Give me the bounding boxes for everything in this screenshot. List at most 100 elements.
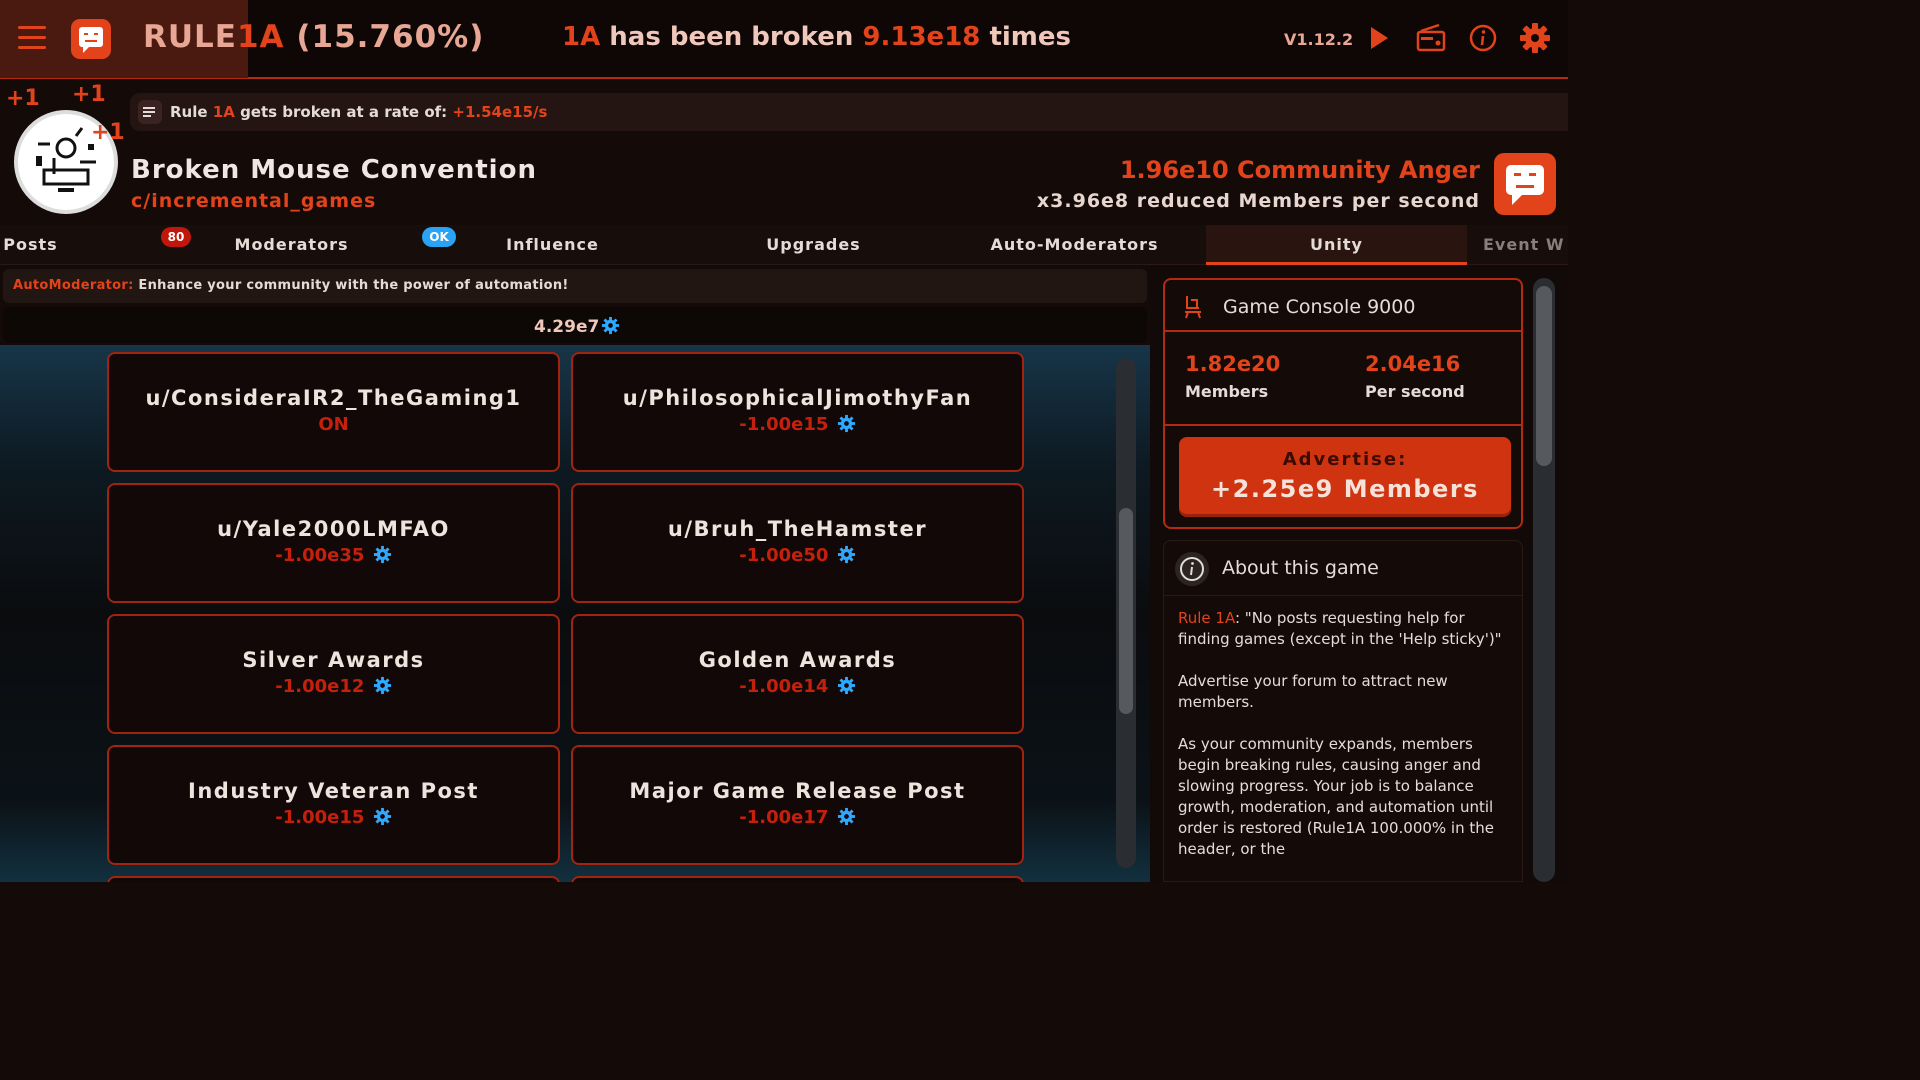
advertise-button[interactable]: Advertise: +2.25e9 Members [1179, 437, 1511, 517]
community-anger: 1.96e10 Community Anger [1119, 156, 1480, 184]
unity-gear-icon [373, 807, 391, 826]
card-cost-value: -1.00e35 [275, 545, 365, 566]
console-divider [1165, 424, 1521, 426]
tab-label: Event W [1483, 235, 1565, 254]
about-paragraph: As your community expands, members begin… [1178, 735, 1494, 858]
per-second-value: 2.04e16 [1365, 352, 1461, 376]
card-cost: -1.00e15 [573, 414, 1022, 435]
tab-label: Upgrades [766, 235, 861, 254]
main-tabs: Posts Moderators Influence Upgrades Auto… [0, 225, 1568, 265]
game-console-card: Game Console 9000 1.82e20 Members 2.04e1… [1163, 278, 1523, 529]
anger-effect: x3.96e8 reduced Members per second [1036, 190, 1480, 212]
side-panel-scroll-thumb[interactable] [1536, 286, 1552, 466]
currency-value: 4.29e7 [534, 317, 600, 337]
broken-count: 9.13e18 [862, 22, 981, 52]
chair-icon [1185, 296, 1201, 319]
about-paragraph: Advertise your forum to attract new memb… [1178, 672, 1448, 711]
per-second-label: Per second [1365, 382, 1465, 401]
unity-upgrade-grid: u/ConsideraIR2_TheGaming1 ON u/Philosoph… [0, 345, 1150, 882]
plus-one-float: +1 [91, 120, 125, 145]
rule-title: RULE1A (15.760%) [143, 19, 484, 55]
community-avatar-zone: +1 +1 +1 [0, 80, 130, 225]
members-label: Members [1185, 382, 1269, 401]
about-title: About this game [1222, 557, 1379, 579]
card-title: u/PhilosophicalJimothyFan [622, 386, 973, 410]
card-cost-value: -1.00e17 [739, 807, 829, 828]
angry-face-icon [1494, 153, 1556, 215]
tab-label: Influence [506, 235, 599, 254]
unity-gear-icon [837, 676, 855, 695]
advertise-value: +2.25e9 Members [1211, 475, 1479, 503]
broken-counter: 1A has been broken 9.13e18 times [562, 22, 1071, 52]
about-body: Rule 1A: "No posts requesting help for f… [1178, 608, 1513, 881]
tab-influence[interactable]: Influence [422, 225, 683, 265]
rate-prefix: Rule [170, 103, 208, 121]
upgrade-card[interactable] [107, 876, 560, 882]
members-value: 1.82e20 [1185, 352, 1281, 376]
upgrade-card[interactable]: u/ConsideraIR2_TheGaming1 ON [107, 352, 560, 472]
broken-suffix: times [989, 22, 1071, 52]
radio-icon[interactable] [1415, 22, 1447, 54]
hamburger-icon[interactable] [18, 26, 46, 50]
upgrade-card[interactable]: u/PhilosophicalJimothyFan -1.00e15 [571, 352, 1024, 472]
card-cost: -1.00e35 [109, 545, 558, 566]
upgrade-card[interactable]: Silver Awards -1.00e12 [107, 614, 560, 734]
card-title: u/ConsideraIR2_TheGaming1 [145, 386, 522, 410]
card-title: Industry Veteran Post [188, 779, 479, 803]
moderators-badge: 80 [161, 227, 191, 247]
tab-moderators[interactable]: Moderators [161, 225, 422, 265]
plus-one-float: +1 [6, 86, 40, 111]
community-name: Broken Mouse Convention [131, 155, 537, 185]
unity-gear-icon [837, 545, 855, 564]
card-title: Major Game Release Post [629, 779, 966, 803]
tab-posts[interactable]: Posts [0, 225, 161, 265]
upgrade-card[interactable] [571, 876, 1024, 882]
title-accent: 1A [236, 19, 285, 55]
tab-label: Unity [1310, 235, 1363, 254]
card-cost: ON [109, 414, 558, 435]
unity-gear-icon [837, 414, 855, 433]
break-rate-text: Rule 1A gets broken at a rate of: +1.54e… [170, 103, 547, 121]
upgrade-card[interactable]: u/Yale2000LMFAO -1.00e35 [107, 483, 560, 603]
community-subreddit: c/incremental_games [131, 190, 377, 212]
side-panel-scrollbar[interactable] [1533, 278, 1555, 882]
game-console-header: Game Console 9000 [1165, 280, 1521, 332]
grid-scrollbar[interactable] [1116, 358, 1136, 868]
card-cost-value: -1.00e15 [275, 807, 365, 828]
card-cost: -1.00e50 [573, 545, 1022, 566]
upgrade-card[interactable]: u/Bruh_TheHamster -1.00e50 [571, 483, 1024, 603]
unity-currency-bar: 4.29e7 [3, 307, 1147, 343]
info-icon[interactable] [1467, 22, 1499, 54]
game-console-title: Game Console 9000 [1223, 296, 1416, 318]
advertise-label: Advertise: [1282, 449, 1408, 470]
gear-icon[interactable] [1519, 22, 1551, 54]
upgrade-card[interactable]: Major Game Release Post -1.00e17 [571, 745, 1024, 865]
broken-accent: 1A [562, 22, 601, 52]
play-icon[interactable] [1362, 22, 1394, 54]
card-title: u/Yale2000LMFAO [217, 517, 450, 541]
automod-banner: AutoModerator: Enhance your community wi… [3, 269, 1147, 303]
upgrade-card[interactable]: Golden Awards -1.00e14 [571, 614, 1024, 734]
grid-scroll-thumb[interactable] [1119, 508, 1133, 714]
unity-gear-icon [373, 676, 391, 695]
about-rule-paragraph: Rule 1A: "No posts requesting help for f… [1178, 608, 1513, 650]
card-title: Golden Awards [698, 648, 897, 672]
unity-gear-icon [373, 545, 391, 564]
tab-event[interactable]: Event W [1467, 225, 1568, 265]
rate-mid: gets broken at a rate of: [240, 103, 448, 121]
card-cost: -1.00e14 [573, 676, 1022, 697]
unity-gear-icon [602, 316, 620, 335]
tab-auto-moderators[interactable]: Auto-Moderators [944, 225, 1205, 265]
tab-upgrades[interactable]: Upgrades [683, 225, 944, 265]
tab-unity[interactable]: Unity [1206, 225, 1467, 265]
tab-label: Posts [3, 235, 58, 254]
unity-currency: 4.29e7 [534, 316, 620, 337]
about-card: About this game Rule 1A: "No posts reque… [1163, 540, 1523, 882]
plus-one-float: +1 [72, 82, 106, 107]
tab-label: Auto-Moderators [990, 235, 1159, 254]
upgrade-card[interactable]: Industry Veteran Post -1.00e15 [107, 745, 560, 865]
rate-accent: 1A [212, 103, 235, 121]
card-cost-value: -1.00e14 [739, 676, 829, 697]
top-header: RULE1A (15.760%) 1A has been broken 9.13… [0, 0, 1568, 79]
card-cost-value: -1.00e50 [739, 545, 829, 566]
